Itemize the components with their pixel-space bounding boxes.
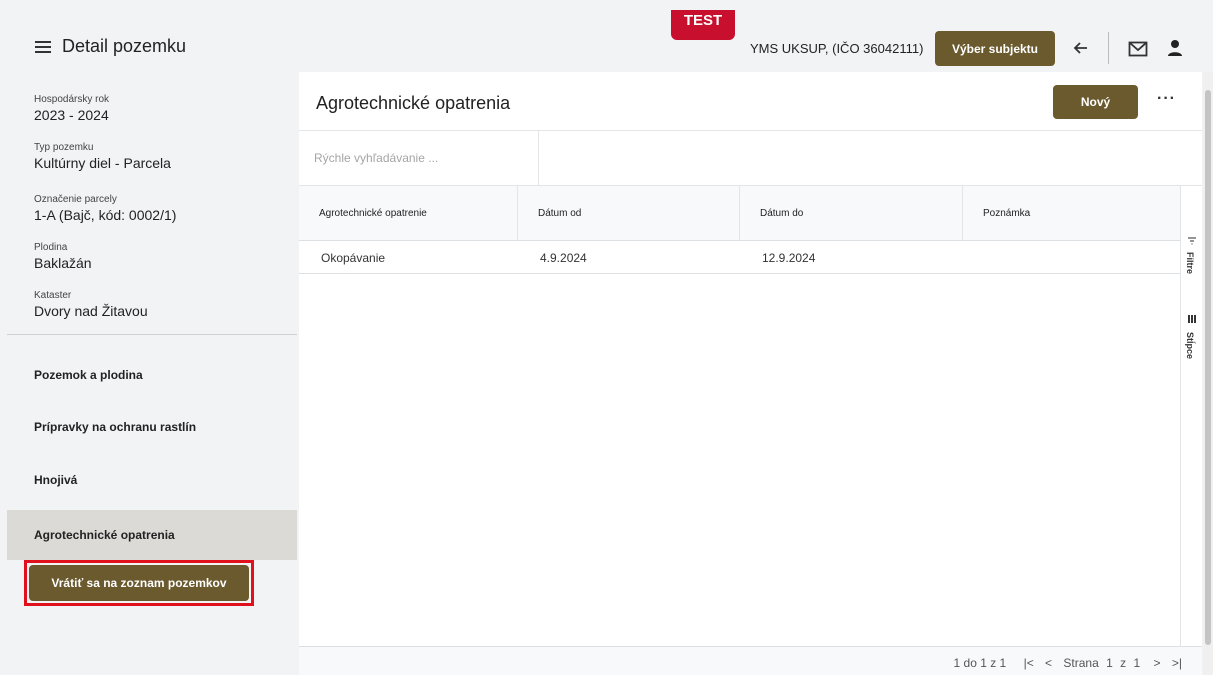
info-label: Označenie parcely xyxy=(34,194,117,205)
info-value: Baklažán xyxy=(34,255,92,271)
info-label: Hospodársky rok xyxy=(34,94,110,105)
column-header-date-to[interactable]: Dátum do xyxy=(740,186,963,241)
sidebar: Hospodársky rok 2023 - 2024 Typ pozemku … xyxy=(7,72,297,675)
back-arrow-icon[interactable] xyxy=(1071,38,1091,58)
return-to-list-button[interactable]: Vrátiť sa na zoznam pozemkov xyxy=(29,565,249,601)
subject-label: YMS UKSUP, (IČO 36042111) xyxy=(750,41,924,56)
mail-icon[interactable] xyxy=(1128,41,1148,62)
main-panel: Agrotechnické opatrenia Nový ··· Agrotec… xyxy=(299,72,1202,675)
page-title: Detail pozemku xyxy=(62,36,187,56)
menu-icon[interactable] xyxy=(35,41,51,53)
column-header-date-from[interactable]: Dátum od xyxy=(518,186,740,241)
grid-footer: 1 do 1 z 1 |< < Strana 1 z 1 > >| xyxy=(299,646,1202,675)
page-of-label: z xyxy=(1120,656,1127,670)
info-label: Plodina xyxy=(34,242,68,253)
scrollbar-thumb[interactable] xyxy=(1205,90,1211,645)
select-subject-button[interactable]: Výber subjektu xyxy=(935,31,1055,66)
grid-side-tools: Filtre Stĺpce xyxy=(1180,186,1202,646)
filter-tool-label[interactable]: Filtre xyxy=(1185,252,1195,274)
info-value: 2023 - 2024 xyxy=(34,107,109,123)
info-fiscal-year: Hospodársky rok 2023 - 2024 xyxy=(34,94,109,123)
new-button[interactable]: Nový xyxy=(1053,85,1138,119)
grid-header: Agrotechnické opatrenie Dátum od Dátum d… xyxy=(299,186,1181,241)
user-icon[interactable] xyxy=(1167,39,1183,62)
info-value: Kultúrny diel - Parcela xyxy=(34,155,171,171)
more-options-icon[interactable]: ··· xyxy=(1157,90,1176,108)
test-badge: TEST xyxy=(671,10,735,40)
table-row[interactable]: Okopávanie 4.9.2024 12.9.2024 xyxy=(299,242,1181,274)
cell-measure: Okopávanie xyxy=(321,251,386,265)
next-page-icon[interactable]: > xyxy=(1154,656,1161,670)
info-parcel-id: Označenie parcely 1-A (Bajč, kód: 0002/1… xyxy=(34,194,176,223)
cell-date-from: 4.9.2024 xyxy=(540,251,587,265)
page-label: Strana xyxy=(1063,656,1099,670)
info-value: Dvory nad Žitavou xyxy=(34,303,148,319)
header-divider xyxy=(1108,32,1109,64)
cell-note xyxy=(963,242,1181,274)
sidebar-item-plant-protection[interactable]: Prípravky na ochranu rastlín xyxy=(7,402,297,452)
sidebar-item-land-and-crop[interactable]: Pozemok a plodina xyxy=(7,350,297,400)
column-header-note[interactable]: Poznámka xyxy=(963,186,1181,241)
sidebar-divider xyxy=(7,334,297,335)
columns-tool-label[interactable]: Stĺpce xyxy=(1185,332,1195,359)
first-page-icon[interactable]: |< xyxy=(1024,656,1034,670)
info-land-type: Typ pozemku Kultúrny diel - Parcela xyxy=(34,142,171,171)
column-header-measure[interactable]: Agrotechnické opatrenie xyxy=(299,186,518,241)
info-label: Kataster xyxy=(34,290,72,301)
last-page-icon[interactable]: >| xyxy=(1172,656,1182,670)
page-scrollbar[interactable] xyxy=(1203,72,1213,675)
filter-icon[interactable] xyxy=(1181,236,1203,249)
total-pages: 1 xyxy=(1133,656,1141,670)
info-label: Typ pozemku xyxy=(34,142,94,153)
quick-search-input[interactable] xyxy=(299,131,539,185)
header: Detail pozemku TEST YMS UKSUP, (IČO 3604… xyxy=(7,8,1205,70)
current-page: 1 xyxy=(1106,656,1113,670)
pagination-summary: 1 do 1 z 1 xyxy=(953,656,1007,670)
columns-icon[interactable] xyxy=(1181,314,1203,327)
prev-page-icon[interactable]: < xyxy=(1045,656,1052,670)
cell-date-to: 12.9.2024 xyxy=(762,251,816,265)
app: Detail pozemku TEST YMS UKSUP, (IČO 3604… xyxy=(0,0,1213,675)
sidebar-item-fertilizers[interactable]: Hnojivá xyxy=(7,455,297,505)
info-cadastre: Kataster Dvory nad Žitavou xyxy=(34,290,148,319)
panel-title: Agrotechnické opatrenia xyxy=(316,93,511,113)
info-value: 1-A (Bajč, kód: 0002/1) xyxy=(34,207,177,223)
sidebar-item-agrotechnical-measures[interactable]: Agrotechnické opatrenia xyxy=(7,510,297,560)
pagination: 1 do 1 z 1 |< < Strana 1 z 1 > >| xyxy=(946,656,1182,670)
info-crop: Plodina Baklažán xyxy=(34,242,92,271)
